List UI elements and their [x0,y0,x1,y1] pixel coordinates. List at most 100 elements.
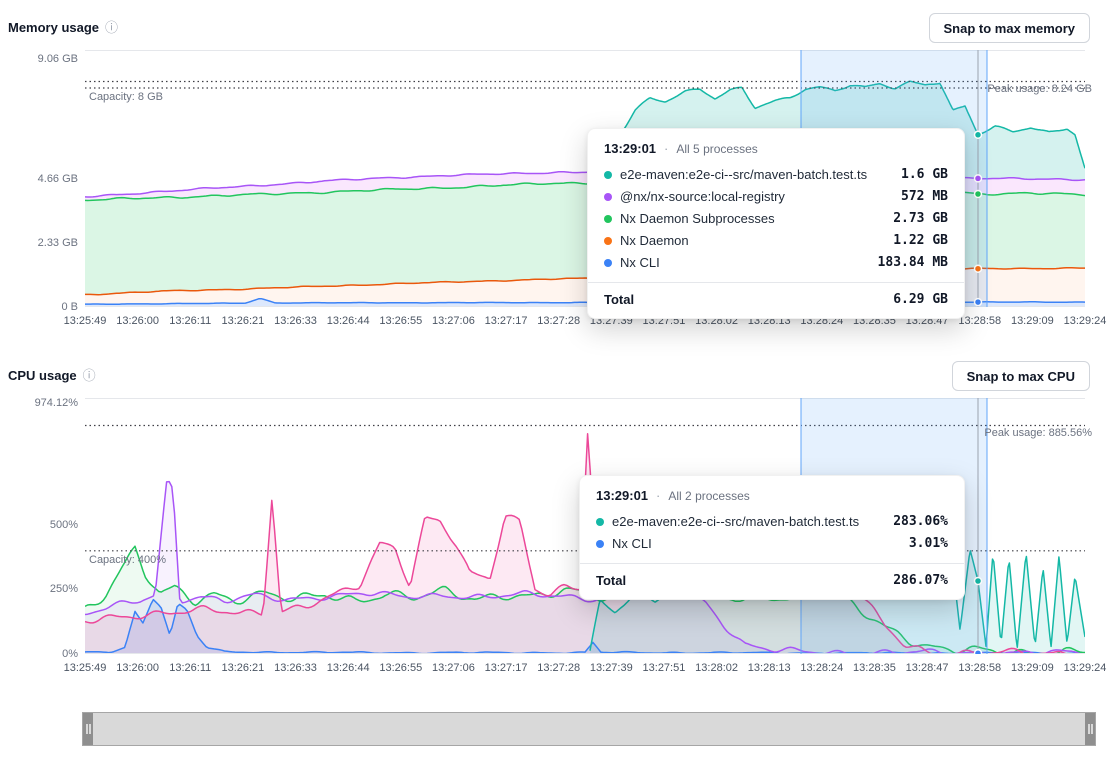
tooltip-time: 13:29:01 [596,488,648,503]
tooltip-header: 13:29:01 · All 2 processes [580,476,964,511]
y-axis-tick: 250% [6,583,78,595]
process-name: Nx CLI [620,255,870,271]
brush-grip-icon [86,724,88,734]
peak-label: Peak usage: 885.56% [984,427,1092,439]
tooltip-time: 13:29:01 [604,141,656,156]
x-axis-tick: 13:26:11 [169,315,211,327]
process-value: 1.22 GB [893,233,948,249]
hover-dot [975,578,982,585]
series-color-dot [596,540,604,548]
process-value: 572 MB [901,189,948,205]
memory-usage-title-text: Memory usage [8,20,99,35]
info-icon[interactable]: ⓘ [105,21,118,34]
x-axis-tick: 13:26:33 [274,315,317,327]
x-axis-tick: 13:27:28 [537,662,580,674]
process-name: Nx Daemon [620,233,885,249]
brush-selection[interactable] [93,713,1085,745]
hover-dot [975,265,982,272]
y-axis-tick: 500% [6,519,78,531]
tooltip-row: Nx Daemon 1.22 GB [588,230,964,252]
tooltip-total-label: Total [604,292,634,307]
hover-dot [975,175,982,182]
x-axis-tick: 13:28:58 [958,662,1001,674]
process-name: Nx CLI [612,536,901,552]
tooltip-rows: e2e-maven:e2e-ci--src/maven-batch.test.t… [588,164,964,274]
x-axis-tick: 13:26:55 [379,662,422,674]
y-axis-tick: 4.66 GB [6,173,78,185]
capacity-label: Capacity: 8 GB [89,91,163,103]
brush-handle-right[interactable] [1085,713,1095,745]
tooltip-separator: · [664,141,668,156]
process-value: 2.73 GB [893,211,948,227]
tooltip-row: e2e-maven:e2e-ci--src/maven-batch.test.t… [588,164,964,186]
timeline-brush[interactable] [82,712,1096,746]
tooltip-row: Nx CLI 183.84 MB [588,252,964,274]
x-axis-tick: 13:27:06 [432,315,475,327]
tooltip-row: @nx/nx-source:local-registry 572 MB [588,186,964,208]
x-axis-tick: 13:27:06 [432,662,475,674]
series-color-dot [604,259,612,267]
tooltip-subtitle: All 5 processes [676,142,757,156]
x-axis-tick: 13:27:51 [643,662,686,674]
brush-grip-icon [1088,724,1090,734]
process-name: Nx Daemon Subprocesses [620,211,885,227]
series-color-dot [604,237,612,245]
tooltip-total-label: Total [596,573,626,588]
series-color-dot [604,215,612,223]
memory-tooltip: 13:29:01 · All 5 processes e2e-maven:e2e… [587,128,965,319]
snap-to-max-memory-button[interactable]: Snap to max memory [929,13,1091,43]
process-value: 183.84 MB [878,255,948,271]
x-axis-tick: 13:28:02 [695,662,738,674]
process-name: e2e-maven:e2e-ci--src/maven-batch.test.t… [612,514,885,530]
capacity-label: Capacity: 400% [89,554,166,566]
x-axis-tick: 13:26:11 [169,662,211,674]
hover-dot [975,299,982,306]
cpu-tooltip: 13:29:01 · All 2 processes e2e-maven:e2e… [579,475,965,600]
tooltip-row: e2e-maven:e2e-ci--src/maven-batch.test.t… [580,511,964,533]
x-axis-tick: 13:26:33 [274,662,317,674]
tooltip-total-row: Total 6.29 GB [588,282,964,318]
cpu-usage-title-text: CPU usage [8,368,77,383]
x-axis-tick: 13:28:24 [800,662,843,674]
x-axis-tick: 13:26:44 [327,662,370,674]
tooltip-total-value: 286.07% [893,573,948,588]
x-axis-tick: 13:29:09 [1011,315,1054,327]
x-axis-tick: 13:27:17 [485,315,528,327]
y-axis-tick: 2.33 GB [6,237,78,249]
series-color-dot [604,193,612,201]
info-icon[interactable]: ⓘ [83,369,96,382]
tooltip-total-value: 6.29 GB [893,292,948,307]
x-axis-tick: 13:26:00 [116,315,159,327]
snap-to-max-cpu-button[interactable]: Snap to max CPU [952,361,1090,391]
x-axis-tick: 13:26:00 [116,662,159,674]
brush-handle-left[interactable] [83,713,93,745]
tooltip-row: Nx CLI 3.01% [580,533,964,555]
x-axis-tick: 13:27:28 [537,315,580,327]
x-axis-tick: 13:25:49 [64,315,107,327]
process-value: 1.6 GB [901,167,948,183]
series-color-dot [604,171,612,179]
hover-dot [975,191,982,198]
x-axis-tick: 13:28:35 [853,662,896,674]
tooltip-separator: · [656,488,660,503]
x-axis-tick: 13:26:55 [379,315,422,327]
process-name: @nx/nx-source:local-registry [620,189,893,205]
x-axis-tick: 13:29:24 [1064,315,1107,327]
tooltip-subtitle: All 2 processes [668,489,749,503]
tooltip-row: Nx Daemon Subprocesses 2.73 GB [588,208,964,230]
tooltip-header: 13:29:01 · All 5 processes [588,129,964,164]
x-axis-tick: 13:26:21 [221,662,264,674]
memory-usage-title: Memory usage ⓘ [8,20,118,35]
y-axis-tick: 0 B [6,301,78,313]
hover-dot [975,131,982,138]
process-value: 3.01% [909,536,948,552]
x-axis-tick: 13:28:13 [748,662,791,674]
y-axis-tick: 0% [6,648,78,660]
series-color-dot [596,518,604,526]
hover-dot [975,650,982,654]
x-axis-tick: 13:27:39 [590,662,633,674]
x-axis-tick: 13:28:58 [958,315,1001,327]
process-value: 283.06% [893,514,948,530]
x-axis-tick: 13:29:09 [1011,662,1054,674]
x-axis-tick: 13:29:24 [1064,662,1107,674]
